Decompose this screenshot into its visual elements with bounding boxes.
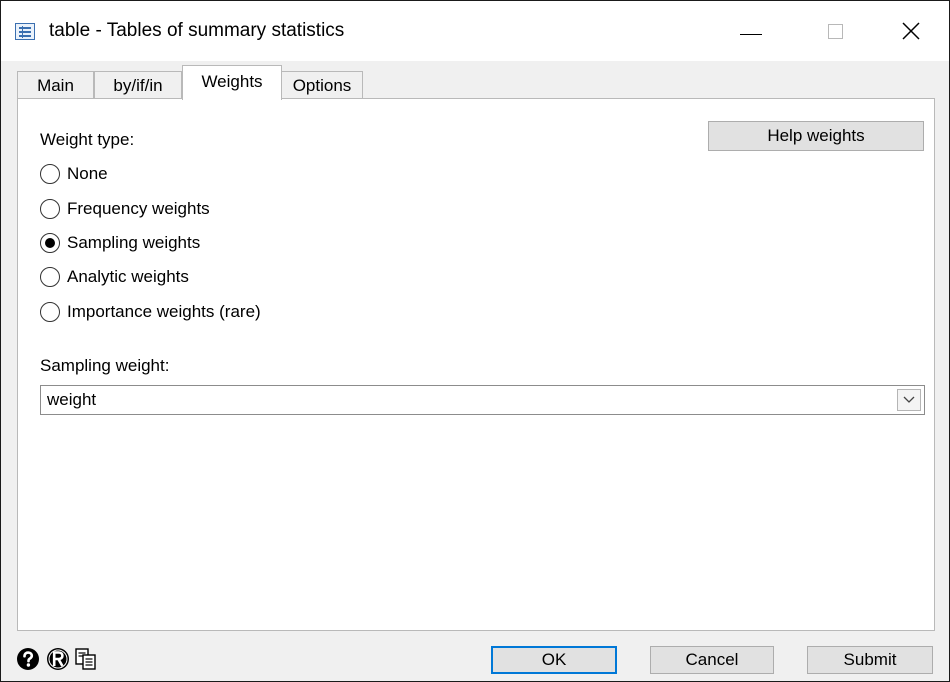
radio-none-label: None bbox=[67, 164, 108, 183]
radio-analytic-weights[interactable]: Analytic weights bbox=[40, 265, 189, 289]
dialog-window: table - Tables of summary statistics Mai… bbox=[0, 0, 950, 682]
radio-sampling-weights-circle[interactable] bbox=[40, 233, 60, 253]
radio-frequency-weights-circle[interactable] bbox=[40, 199, 60, 219]
radio-none-circle[interactable] bbox=[40, 164, 60, 184]
tab-weights[interactable]: Weights bbox=[182, 65, 282, 100]
dropdown-button[interactable] bbox=[897, 389, 921, 411]
chevron-down-icon bbox=[903, 396, 915, 403]
title-bar: table - Tables of summary statistics bbox=[1, 1, 949, 61]
radio-importance-weights-label: Importance weights (rare) bbox=[67, 302, 261, 321]
radio-none[interactable]: None bbox=[40, 162, 108, 186]
reset-icon[interactable] bbox=[46, 647, 70, 671]
sampling-weight-label: Sampling weight: bbox=[40, 356, 170, 375]
minimize-icon bbox=[740, 33, 762, 35]
help-weights-button[interactable]: Help weights bbox=[708, 121, 924, 151]
maximize-button[interactable] bbox=[807, 1, 863, 61]
dialog-app-icon bbox=[15, 23, 35, 40]
radio-importance-weights[interactable]: Importance weights (rare) bbox=[40, 300, 261, 324]
radio-sampling-weights-label: Sampling weights bbox=[67, 233, 201, 252]
radio-sampling-weights[interactable]: Sampling weights bbox=[40, 231, 200, 255]
copy-icon[interactable] bbox=[74, 647, 98, 671]
window-title: table - Tables of summary statistics bbox=[49, 20, 345, 41]
cancel-button[interactable]: Cancel bbox=[650, 646, 774, 674]
close-button[interactable] bbox=[883, 1, 939, 61]
close-icon bbox=[902, 22, 920, 40]
sampling-weight-value[interactable]: weight bbox=[47, 389, 96, 411]
radio-analytic-weights-label: Analytic weights bbox=[67, 267, 189, 286]
ok-button[interactable]: OK bbox=[491, 646, 617, 674]
submit-button[interactable]: Submit bbox=[807, 646, 933, 674]
minimize-button[interactable] bbox=[723, 1, 779, 61]
radio-importance-weights-circle[interactable] bbox=[40, 302, 60, 322]
maximize-icon bbox=[827, 23, 843, 39]
weight-type-label: Weight type: bbox=[40, 130, 135, 149]
radio-frequency-weights[interactable]: Frequency weights bbox=[40, 197, 210, 221]
weights-panel: Weight type: Help weights None Frequency… bbox=[17, 98, 935, 631]
tab-by-if-in[interactable]: by/if/in bbox=[94, 71, 182, 99]
radio-analytic-weights-circle[interactable] bbox=[40, 267, 60, 287]
sampling-weight-combobox[interactable]: weight bbox=[40, 385, 925, 415]
tab-options[interactable]: Options bbox=[281, 71, 363, 99]
radio-frequency-weights-label: Frequency weights bbox=[67, 199, 210, 218]
help-icon[interactable] bbox=[16, 647, 40, 671]
tab-main[interactable]: Main bbox=[17, 71, 94, 99]
